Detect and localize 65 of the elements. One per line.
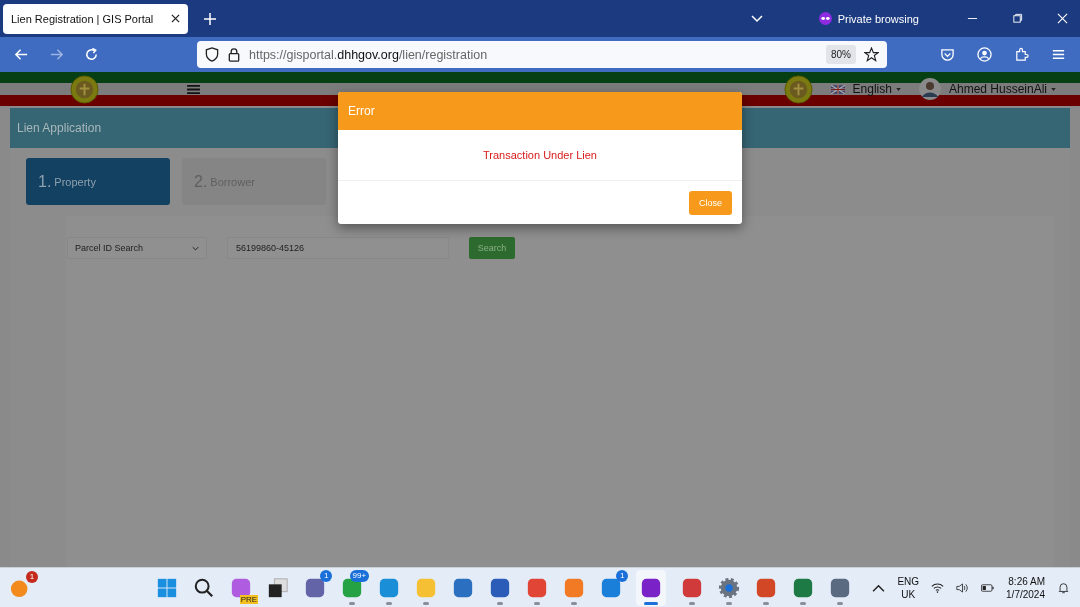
private-browsing-label: Private browsing bbox=[837, 12, 919, 25]
app-icon[interactable] bbox=[525, 576, 548, 599]
new-tab-icon[interactable] bbox=[204, 12, 216, 25]
shield-icon bbox=[205, 47, 219, 62]
url-text: https://gisportal.dhhgov.org/lien/registration bbox=[249, 47, 489, 62]
zoom-level[interactable]: 80% bbox=[826, 45, 856, 64]
close-tab-icon[interactable] bbox=[171, 14, 180, 23]
close-window-icon[interactable] bbox=[1057, 13, 1068, 24]
input-language[interactable]: ENG UK bbox=[897, 574, 920, 601]
search-type-dropdown[interactable]: Parcel ID Search bbox=[67, 237, 207, 259]
user-menu[interactable]: Ahmed HusseinAli bbox=[948, 82, 1047, 96]
chevron-down-icon[interactable] bbox=[750, 14, 763, 23]
app-icon[interactable] bbox=[229, 576, 252, 599]
app-icon[interactable] bbox=[340, 576, 363, 599]
windows-icon[interactable] bbox=[155, 576, 178, 599]
step-tab[interactable]: 1. Property bbox=[26, 158, 170, 205]
battery-icon[interactable] bbox=[981, 581, 995, 594]
app-icon[interactable] bbox=[828, 576, 851, 599]
preview-badge: PRE bbox=[239, 594, 259, 604]
restore-icon[interactable] bbox=[1012, 13, 1023, 24]
language-dropdown[interactable]: English bbox=[852, 82, 892, 96]
panel-title: Lien Application bbox=[17, 121, 102, 135]
menu-icon[interactable] bbox=[1051, 47, 1066, 62]
caret-icon[interactable] bbox=[1051, 87, 1056, 91]
app-icon[interactable] bbox=[377, 576, 400, 599]
search-button[interactable]: Search bbox=[469, 237, 515, 259]
app-icon[interactable] bbox=[680, 576, 703, 599]
speaker-icon[interactable] bbox=[956, 581, 970, 594]
account-icon[interactable] bbox=[977, 47, 992, 62]
app-icon[interactable] bbox=[488, 576, 511, 599]
app-icon[interactable] bbox=[640, 576, 663, 599]
lock-icon bbox=[227, 47, 241, 62]
wifi-icon[interactable] bbox=[931, 581, 945, 594]
app-icon[interactable] bbox=[303, 576, 326, 599]
count-badge: 1 bbox=[616, 569, 629, 582]
caret-icon[interactable] bbox=[895, 87, 901, 91]
mask-icon bbox=[818, 12, 832, 25]
app-icon[interactable] bbox=[791, 576, 814, 599]
reload-icon[interactable] bbox=[84, 47, 99, 62]
star-icon[interactable] bbox=[864, 47, 879, 62]
count-badge: 1 bbox=[320, 569, 333, 582]
emblem-icon bbox=[783, 74, 813, 104]
app-icon[interactable] bbox=[754, 576, 777, 599]
menu-icon[interactable] bbox=[187, 83, 200, 95]
parcel-id-field[interactable]: 56199860-45126 bbox=[227, 237, 449, 259]
browser-tab[interactable]: Lien Registration | GIS Portal bbox=[3, 3, 188, 34]
error-message: Transaction Under Lien bbox=[483, 149, 597, 161]
caret-icon bbox=[192, 245, 199, 251]
emblem-icon bbox=[70, 74, 99, 104]
avatar-icon bbox=[918, 78, 941, 100]
bell-icon[interactable] bbox=[1057, 581, 1070, 594]
flag-icon bbox=[830, 84, 845, 94]
puzzle-icon[interactable] bbox=[1014, 47, 1029, 62]
notification-badge: 1 bbox=[26, 570, 38, 583]
app-icon[interactable] bbox=[599, 576, 622, 599]
gear-icon[interactable] bbox=[717, 576, 740, 599]
task-view-icon[interactable] bbox=[266, 576, 289, 599]
back-icon[interactable] bbox=[14, 47, 29, 62]
count-badge: 99+ bbox=[349, 569, 370, 582]
pocket-icon[interactable] bbox=[940, 47, 955, 62]
app-icon[interactable] bbox=[451, 576, 474, 599]
search-icon[interactable] bbox=[192, 576, 215, 599]
clock[interactable]: 8:26 AM 1/7/2024 bbox=[1006, 574, 1045, 601]
address-bar[interactable]: https://gisportal.dhhgov.org/lien/registration 80% bbox=[197, 41, 887, 68]
dialog-title: Error bbox=[348, 104, 375, 118]
